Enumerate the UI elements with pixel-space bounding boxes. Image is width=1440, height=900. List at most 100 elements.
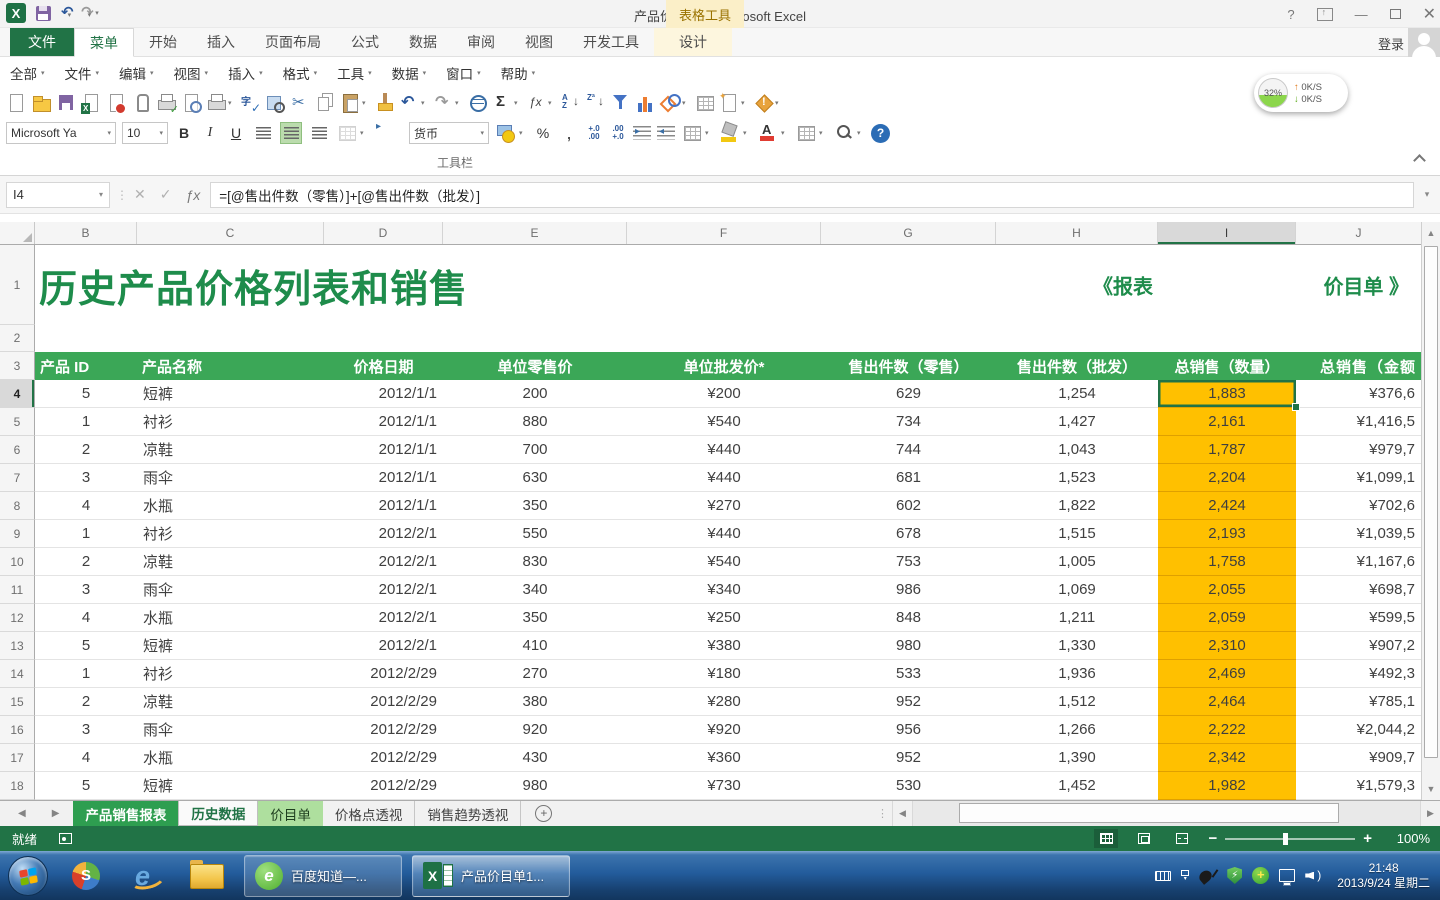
paste-icon[interactable] (340, 91, 361, 115)
cell[interactable]: 734 (821, 408, 996, 436)
copy-icon[interactable] (315, 91, 336, 115)
row-header[interactable]: 12 (0, 604, 35, 632)
cell[interactable]: ¥380 (627, 632, 821, 660)
macro-record-icon[interactable] (59, 833, 72, 844)
save-icon[interactable] (36, 6, 51, 21)
redo-button[interactable]: ↷▾ (81, 4, 91, 22)
nav-back-link[interactable]: 《报表 (1093, 271, 1153, 300)
zoom-slider-thumb[interactable] (1283, 833, 1288, 845)
scroll-up-icon[interactable]: ▲ (1422, 224, 1440, 242)
horizontal-scroll-thumb[interactable] (959, 803, 1339, 823)
cell[interactable]: ¥2,044,2 (1296, 716, 1421, 744)
redo-icon[interactable] (433, 91, 454, 115)
360-addon-icon[interactable]: + (1252, 867, 1269, 884)
cell[interactable]: 952 (821, 688, 996, 716)
tab-审阅[interactable]: 审阅 (452, 28, 510, 56)
italic-button[interactable]: I (200, 125, 220, 141)
cell[interactable]: 2 (35, 436, 137, 464)
cell[interactable]: ¥250 (627, 604, 821, 632)
cell[interactable]: 4 (35, 492, 137, 520)
cell[interactable]: ¥907,2 (1296, 632, 1421, 660)
avatar[interactable] (1408, 28, 1440, 60)
table-header-cell[interactable]: 总销售（金额 (1296, 352, 1421, 380)
cell[interactable]: 2012/2/29 (324, 660, 443, 688)
nav-forward-link[interactable]: 价目单 》 (1323, 271, 1409, 300)
row-header[interactable]: 8 (0, 492, 35, 520)
security-shield-icon[interactable]: ⚡ (1227, 867, 1242, 884)
select-all-corner[interactable] (0, 222, 35, 244)
tab-设计[interactable]: 设计 (654, 28, 732, 56)
cell[interactable]: 340 (443, 576, 627, 604)
row-header[interactable]: 15 (0, 688, 35, 716)
cell[interactable]: 848 (821, 604, 996, 632)
cell[interactable]: 920 (443, 716, 627, 744)
expand-formula-bar-icon[interactable]: ▾ (1414, 189, 1440, 200)
taskbar-button-excel[interactable]: X 产品价目单1... (412, 855, 570, 897)
cell[interactable]: 1 (35, 660, 137, 688)
export-icon[interactable] (81, 91, 102, 115)
tab-公式[interactable]: 公式 (336, 28, 394, 56)
menu-item-窗口[interactable]: 窗口▾ (446, 63, 481, 83)
cell[interactable]: 水瓶 (137, 604, 324, 632)
sheet-tab-价格点透视[interactable]: 价格点透视 (323, 801, 416, 826)
cell[interactable]: 雨伞 (137, 464, 324, 492)
cell[interactable]: 350 (443, 604, 627, 632)
cell[interactable]: 1,390 (996, 744, 1158, 772)
new-icon[interactable] (6, 91, 27, 115)
spell-icon[interactable] (240, 91, 261, 115)
cell-styles-icon[interactable] (795, 121, 816, 145)
ribbon-display-options-icon[interactable] (1317, 8, 1333, 21)
cell[interactable]: 衬衫 (137, 408, 324, 436)
table-header-cell[interactable]: 产品 ID (35, 352, 137, 380)
cell[interactable]: ¥1,039,5 (1296, 520, 1421, 548)
cell[interactable]: ¥1,099,1 (1296, 464, 1421, 492)
cell[interactable]: ¥702,6 (1296, 492, 1421, 520)
fill-color-icon[interactable] (719, 121, 740, 145)
undo-button[interactable]: ↶▾ (61, 4, 71, 22)
underline-button[interactable]: U (226, 125, 246, 141)
cell[interactable]: 雨伞 (137, 716, 324, 744)
menu-item-编辑[interactable]: 编辑▾ (119, 63, 154, 83)
printok-icon[interactable]: ✓ (156, 91, 177, 115)
row-header[interactable]: 3 (0, 352, 35, 380)
research-icon[interactable] (265, 91, 286, 115)
chart-icon[interactable] (635, 91, 656, 115)
percent-style-button[interactable]: % (533, 125, 553, 141)
cell[interactable]: 2012/2/29 (324, 688, 443, 716)
cell[interactable]: 2,055 (1158, 576, 1296, 604)
vertical-scroll-thumb[interactable] (1424, 246, 1438, 758)
increase-decimal-icon[interactable]: +.0 .00 (585, 125, 603, 141)
horizontal-scrollbar[interactable] (912, 801, 1420, 826)
cell[interactable]: 2,424 (1158, 492, 1296, 520)
cell[interactable]: 2012/2/1 (324, 632, 443, 660)
hscroll-right-icon[interactable]: ▶ (1420, 801, 1440, 826)
cell[interactable]: 2,193 (1158, 520, 1296, 548)
cell[interactable]: 700 (443, 436, 627, 464)
cell[interactable]: 短裤 (137, 380, 324, 408)
cell[interactable]: 1,883 (1158, 380, 1296, 408)
cell[interactable]: 2012/2/29 (324, 744, 443, 772)
cell[interactable]: 1,211 (996, 604, 1158, 632)
cell[interactable]: 1,330 (996, 632, 1158, 660)
menu-item-全部[interactable]: 全部▾ (10, 63, 45, 83)
cell[interactable]: 3 (35, 576, 137, 604)
cell[interactable]: 533 (821, 660, 996, 688)
cell[interactable]: 2,342 (1158, 744, 1296, 772)
cell[interactable]: 530 (821, 772, 996, 800)
tab-文件[interactable]: 文件 (10, 28, 74, 56)
link-icon[interactable] (467, 91, 488, 115)
tab-插入[interactable]: 插入 (192, 28, 250, 56)
menu-item-工具[interactable]: 工具▾ (337, 63, 372, 83)
row-header[interactable]: 6 (0, 436, 35, 464)
sortaz-icon[interactable] (560, 91, 581, 115)
network-icon[interactable] (1279, 869, 1295, 882)
cell[interactable]: ¥340 (627, 576, 821, 604)
fx-icon[interactable] (526, 91, 547, 115)
cell[interactable]: 980 (821, 632, 996, 660)
table-header-cell[interactable]: 总销售（数量） (1158, 352, 1296, 380)
column-header-E[interactable]: E (443, 222, 627, 244)
cell[interactable]: 980 (443, 772, 627, 800)
cell[interactable]: ¥440 (627, 436, 821, 464)
undo-icon[interactable] (399, 91, 420, 115)
tab-开发工具[interactable]: 开发工具 (568, 28, 654, 56)
